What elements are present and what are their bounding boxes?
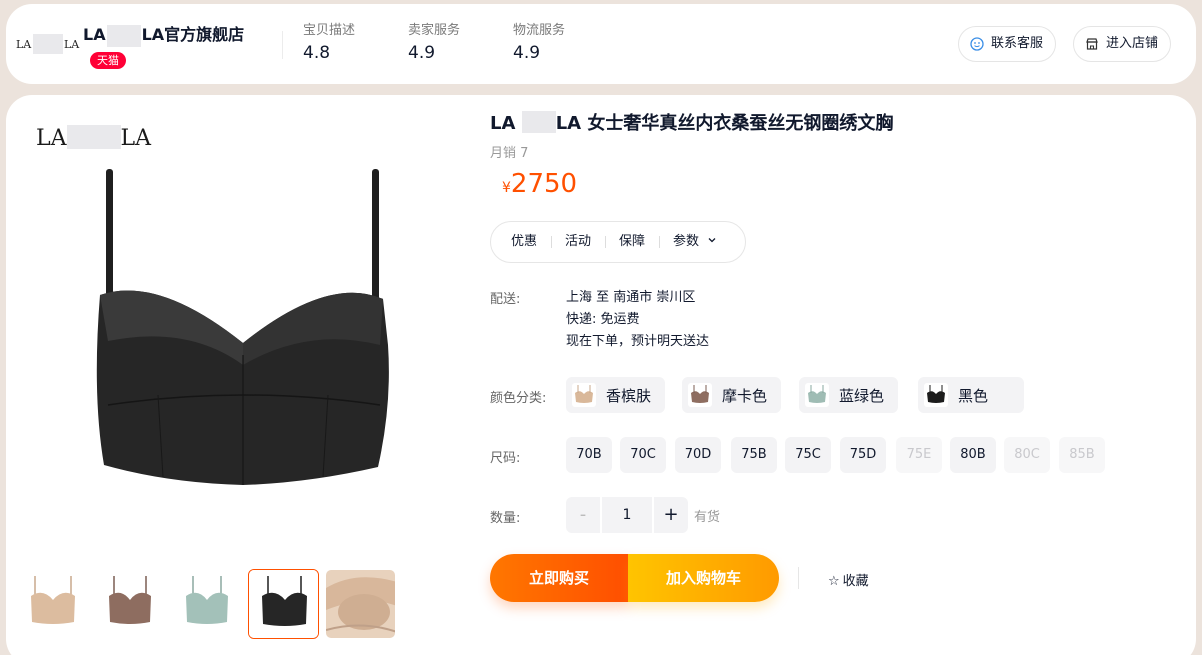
size-option-75b[interactable]: 75B <box>731 437 777 473</box>
score-label: 宝贝描述 <box>303 23 356 38</box>
delivery-estimate: 现在下单，预计明天送达 <box>566 334 710 349</box>
enter-store-label: 进入店铺 <box>1106 36 1159 51</box>
contact-service-button[interactable]: 联系客服 <box>958 26 1057 62</box>
score-label: 物流服务 <box>513 23 566 38</box>
score-logistics: 物流服务 4.9 <box>513 22 565 65</box>
buy-now-button[interactable]: 立即购买 <box>490 554 628 602</box>
price-value: 2750 <box>510 169 578 199</box>
currency-symbol: ¥ <box>502 180 511 196</box>
color-option-label: 蓝绿色 <box>839 386 885 405</box>
size-option-70c[interactable]: 70C <box>620 437 666 473</box>
shipping-route[interactable]: 上海 至 南通市 崇川区 <box>566 287 709 309</box>
thumbnail-teal[interactable] <box>170 569 241 639</box>
quantity-increase-button[interactable]: + <box>654 497 688 533</box>
quantity-decrease-button[interactable]: - <box>566 497 600 533</box>
thumbnail-detail[interactable] <box>325 569 396 639</box>
thumbnail-champagne[interactable] <box>16 569 87 639</box>
shop-name[interactable]: LA LA官方旗舰店 <box>83 23 244 47</box>
tab-activities[interactable]: 活动 <box>551 234 605 250</box>
color-option-label: 摩卡色 <box>722 386 768 405</box>
score-label: 卖家服务 <box>408 23 461 38</box>
thumbnail-image <box>249 570 318 638</box>
divider <box>282 31 283 59</box>
shop-logo-text-right: LA <box>64 38 80 51</box>
color-option-champagne[interactable]: 香槟肤 <box>566 377 666 413</box>
score-value: 4.8 <box>303 43 331 63</box>
star-icon: ☆ <box>828 574 840 589</box>
chevron-down-icon <box>708 238 716 243</box>
score-value: 4.9 <box>513 43 541 63</box>
color-swatch <box>805 383 829 407</box>
add-to-cart-button[interactable]: 加入购物车 <box>628 554 779 602</box>
divider <box>798 567 799 589</box>
shipping-label: 配送: <box>490 292 521 307</box>
product-title-suffix: LA 女士奢华真丝内衣桑蚕丝无钢圈绣文胸 <box>555 113 894 134</box>
tab-parameters[interactable]: 参数 <box>659 234 730 250</box>
product-title: LA LA 女士奢华真丝内衣桑蚕丝无钢圈绣文胸 <box>490 111 893 137</box>
color-option-black[interactable]: 黑色 <box>918 377 1024 413</box>
shipping-fee: 快递: 免运费 <box>566 312 640 327</box>
enter-store-button[interactable]: 进入店铺 <box>1073 26 1172 62</box>
score-value: 4.9 <box>408 43 436 63</box>
quantity-label: 数量: <box>490 511 521 526</box>
size-option-70d[interactable]: 70D <box>675 437 721 473</box>
favorite-button[interactable]: ☆ 收藏 <box>828 570 869 589</box>
color-label: 颜色分类: <box>490 391 547 406</box>
favorite-label: 收藏 <box>842 574 869 589</box>
color-swatch <box>572 383 596 407</box>
size-option-75c[interactable]: 75C <box>785 437 831 473</box>
thumbnail-image <box>171 570 240 638</box>
size-option-70b[interactable]: 70B <box>566 437 612 473</box>
contact-service-label: 联系客服 <box>991 36 1044 51</box>
price: ¥2750 <box>502 169 577 199</box>
color-option-mocha[interactable]: 摩卡色 <box>682 377 782 413</box>
tmall-badge: 天猫 <box>90 52 126 69</box>
shop-name-prefix: LA <box>83 25 106 44</box>
shipping-info: 上海 至 南通市 崇川区 快递: 免运费 现在下单，预计明天送达 <box>566 287 709 353</box>
tab-coupons[interactable]: 优惠 <box>497 234 551 250</box>
size-option-75d[interactable]: 75D <box>840 437 886 473</box>
size-option-80c: 80C <box>1004 437 1050 473</box>
color-option-label: 黑色 <box>958 386 989 405</box>
color-swatch <box>924 383 948 407</box>
color-option-teal[interactable]: 蓝绿色 <box>799 377 899 413</box>
shop-logo-text-left: LA <box>16 38 32 51</box>
color-swatch <box>688 383 712 407</box>
tab-parameters-label: 参数 <box>673 234 700 249</box>
size-option-75e: 75E <box>896 437 942 473</box>
store-icon <box>1086 38 1098 50</box>
customer-service-icon <box>970 37 984 51</box>
info-tabs: 优惠 活动 保障 参数 <box>490 221 746 263</box>
quantity-input[interactable]: 1 <box>602 497 652 533</box>
thumbnail-image <box>326 570 395 638</box>
bra-black-image <box>96 169 389 485</box>
shop-header: LA LA LA LA官方旗舰店 天猫 宝贝描述 4.8 卖家服务 4.9 物流服… <box>6 4 1196 84</box>
thumbnail-image <box>17 570 86 638</box>
shop-name-suffix: LA官方旗舰店 <box>141 25 245 44</box>
tab-guarantee[interactable]: 保障 <box>605 234 659 250</box>
product-title-prefix: LA <box>490 113 516 134</box>
score-description: 宝贝描述 4.8 <box>303 22 355 65</box>
color-option-label: 香槟肤 <box>606 386 652 405</box>
main-product-image[interactable]: LA LA <box>18 105 466 553</box>
shop-logo[interactable]: LA LA <box>16 34 80 54</box>
score-seller-service: 卖家服务 4.9 <box>408 22 460 65</box>
size-label: 尺码: <box>490 451 521 466</box>
thumbnail-image <box>94 570 163 638</box>
stock-status: 有货 <box>694 510 721 525</box>
thumbnail-mocha[interactable] <box>93 569 164 639</box>
size-option-85b: 85B <box>1059 437 1105 473</box>
size-option-80b[interactable]: 80B <box>950 437 996 473</box>
thumbnail-black[interactable] <box>248 569 319 639</box>
product-card: LA LA LA LA 女士奢华真丝内衣桑蚕丝无钢圈绣文胸 月销 7 ¥2750… <box>6 95 1196 655</box>
monthly-sales: 月销 7 <box>490 146 529 161</box>
